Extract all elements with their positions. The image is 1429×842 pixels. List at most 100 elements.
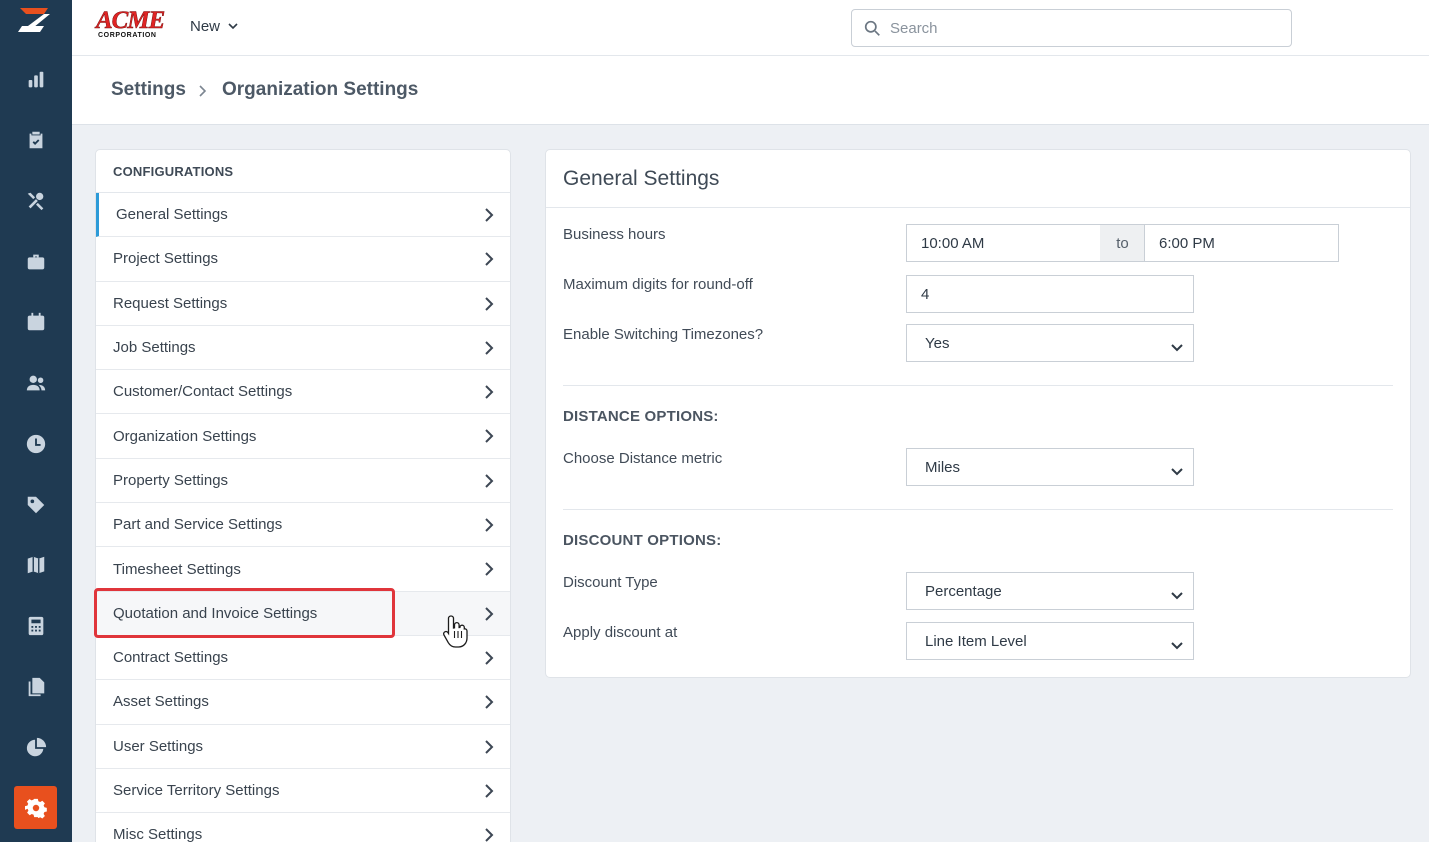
business-hours-end-field[interactable]: 6:00 PM	[1144, 224, 1339, 262]
calculator-icon[interactable]	[22, 612, 50, 640]
tools-icon[interactable]	[22, 187, 50, 215]
new-menu-label: New	[190, 18, 221, 35]
timezones-select[interactable]: Yes	[906, 324, 1194, 362]
apply-discount-select[interactable]: Line Item Level	[906, 622, 1194, 660]
settings-gear-icon[interactable]	[14, 786, 57, 829]
distance-metric-label: Choose Distance metric	[563, 450, 723, 467]
brand-logo[interactable]: ACME CORPORATION	[96, 7, 168, 42]
config-item-request-settings[interactable]: Request Settings	[96, 282, 510, 326]
config-item-customer-contact-settings[interactable]: Customer/Contact Settings	[96, 370, 510, 415]
pie-chart-icon[interactable]	[22, 734, 50, 762]
chevron-down-icon	[1171, 463, 1183, 476]
config-item-label: Asset Settings	[113, 693, 209, 711]
config-item-project-settings[interactable]: Project Settings	[96, 237, 510, 282]
config-item-general-settings[interactable]: General Settings	[96, 193, 510, 238]
config-item-label: Project Settings	[113, 250, 219, 268]
round-off-value: 4	[921, 285, 930, 303]
documents-icon[interactable]	[22, 673, 50, 701]
chevron-right-icon	[484, 252, 494, 267]
chevron-right-icon	[484, 651, 494, 665]
search-icon	[864, 20, 880, 36]
chevron-right-icon	[484, 562, 494, 577]
new-menu-button[interactable]: New	[190, 18, 238, 35]
configurations-heading: CONFIGURATIONS	[96, 150, 510, 193]
users-icon[interactable]	[22, 369, 50, 397]
chevron-right-icon	[484, 606, 494, 621]
config-item-label: Request Settings	[113, 294, 228, 312]
config-item-part-and-service-settings[interactable]: Part and Service Settings	[96, 503, 510, 548]
app-logo-icon[interactable]	[14, 4, 56, 36]
config-item-timesheet-settings[interactable]: Timesheet Settings	[96, 547, 510, 592]
clock-icon[interactable]	[22, 430, 50, 458]
config-item-misc-settings[interactable]: Misc Settings	[96, 813, 510, 842]
config-item-label: Quotation and Invoice Settings	[113, 604, 318, 622]
chevron-right-icon	[484, 208, 494, 222]
top-bar: ACME CORPORATION New	[72, 0, 1429, 56]
search-box	[851, 9, 1292, 47]
config-item-asset-settings[interactable]: Asset Settings	[96, 680, 510, 725]
discount-type-label: Discount Type	[563, 574, 658, 591]
chevron-right-icon	[484, 341, 494, 355]
breadcrumb-current: Organization Settings	[222, 79, 419, 100]
calendar-icon[interactable]	[22, 308, 50, 336]
divider	[563, 385, 1393, 386]
config-item-job-settings[interactable]: Job Settings	[96, 326, 510, 371]
chevron-right-icon	[484, 429, 494, 444]
chevron-right-icon	[484, 296, 494, 311]
config-item-user-settings[interactable]: User Settings	[96, 725, 510, 769]
business-hours-start-value: 10:00 AM	[921, 234, 985, 252]
config-item-label: User Settings	[113, 737, 204, 755]
chevron-right-icon	[484, 518, 494, 532]
configurations-list: General Settings Project Settings Request …	[96, 193, 510, 842]
app-sidebar	[0, 0, 72, 842]
timezones-value: Yes	[925, 334, 950, 352]
configurations-panel: CONFIGURATIONS General Settings Project S…	[95, 149, 511, 842]
config-item-label: Misc Settings	[113, 826, 203, 842]
apply-discount-value: Line Item Level	[925, 632, 1027, 650]
chevron-down-icon	[1171, 339, 1183, 352]
chevron-right-icon	[484, 784, 494, 798]
config-item-label: Timesheet Settings	[113, 560, 241, 578]
brand-name: ACME	[96, 7, 166, 34]
breadcrumb-settings-link[interactable]: Settings	[111, 79, 186, 101]
divider	[563, 509, 1393, 510]
briefcase-icon[interactable]	[22, 248, 50, 276]
tag-icon[interactable]	[22, 491, 50, 519]
business-hours-to-addon: to	[1100, 224, 1145, 262]
config-item-label: General Settings	[116, 206, 228, 224]
config-item-label: Contract Settings	[113, 649, 229, 667]
search-input[interactable]	[890, 10, 1285, 46]
config-item-organization-settings[interactable]: Organization Settings	[96, 414, 510, 459]
timezones-label: Enable Switching Timezones?	[563, 326, 764, 343]
config-item-service-territory-settings[interactable]: Service Territory Settings	[96, 769, 510, 814]
discount-type-value: Percentage	[925, 582, 1002, 600]
discount-type-select[interactable]: Percentage	[906, 572, 1194, 610]
discount-options-heading: DISCOUNT OPTIONS:	[563, 532, 722, 549]
apply-discount-label: Apply discount at	[563, 624, 678, 641]
config-item-property-settings[interactable]: Property Settings	[96, 459, 510, 504]
distance-metric-select[interactable]: Miles	[906, 448, 1194, 486]
general-settings-title: General Settings	[563, 167, 720, 190]
config-item-label: Service Territory Settings	[113, 782, 280, 799]
divider	[546, 207, 1410, 208]
chevron-down-icon	[228, 18, 238, 35]
config-item-contract-settings[interactable]: Contract Settings	[96, 636, 510, 681]
chevron-right-icon	[484, 474, 494, 488]
config-item-label: Job Settings	[113, 339, 196, 357]
chevron-right-icon	[197, 84, 207, 97]
distance-metric-value: Miles	[925, 458, 961, 476]
chevron-down-icon	[1171, 587, 1183, 600]
bar-chart-icon[interactable]	[22, 66, 50, 94]
brand-subtitle: CORPORATION	[98, 32, 157, 39]
round-off-label: Maximum digits for round-off	[563, 276, 753, 293]
chevron-right-icon	[484, 385, 494, 399]
clipboard-check-icon[interactable]	[22, 126, 50, 154]
business-hours-label: Business hours	[563, 226, 666, 243]
general-settings-panel: General Settings Business hours 10:00 AM…	[545, 149, 1411, 678]
map-icon[interactable]	[22, 551, 50, 579]
config-item-label: Customer/Contact Settings	[113, 383, 293, 401]
chevron-right-icon	[484, 739, 494, 754]
round-off-input[interactable]: 4	[906, 275, 1194, 313]
business-hours-start-field[interactable]: 10:00 AM	[906, 224, 1101, 262]
config-item-quotation-and-invoice-settings[interactable]: Quotation and Invoice Settings	[96, 591, 510, 636]
